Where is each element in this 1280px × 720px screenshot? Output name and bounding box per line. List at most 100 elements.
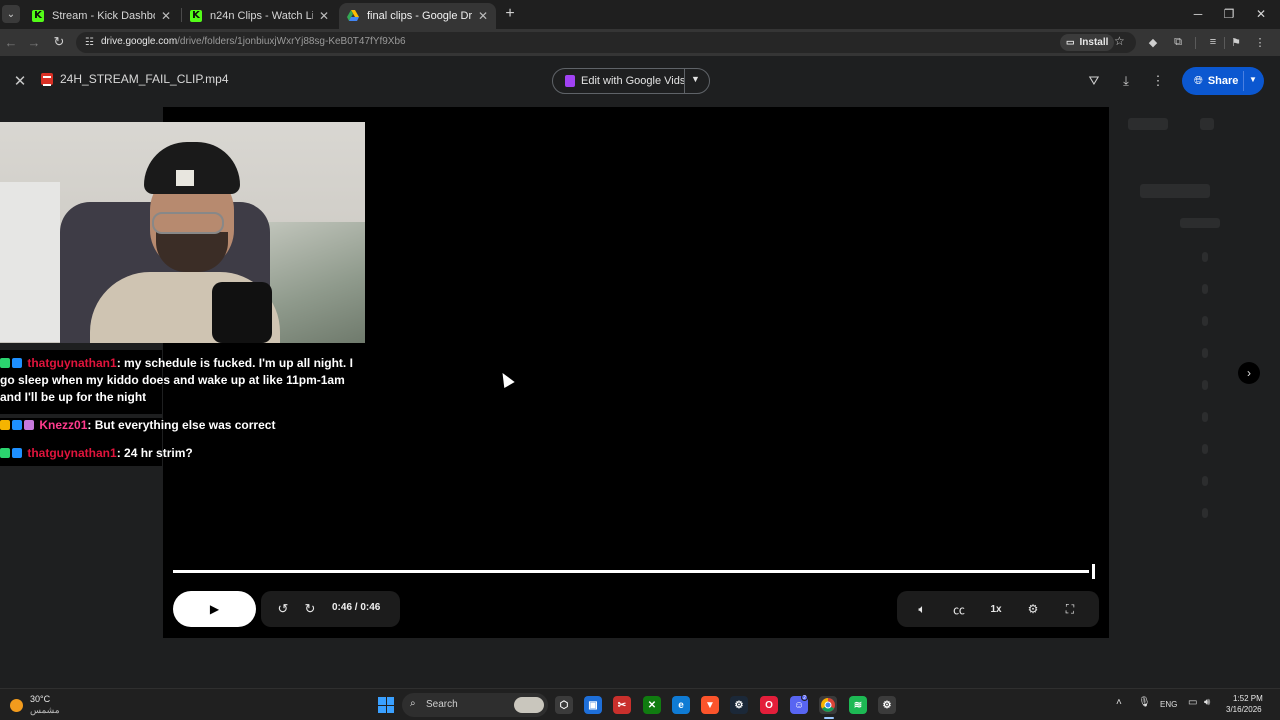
globe-icon: 🌐︎ [1194, 74, 1203, 87]
active-app-indicator [824, 717, 834, 719]
playback-controls: ↺ ↻ 0:46 / 0:46 [261, 591, 400, 627]
edge-icon[interactable]: e [672, 696, 690, 714]
tab-kick-dashboard[interactable]: K Stream - Kick Dashboard ✕ [24, 3, 179, 29]
restore-icon[interactable]: ❐ [1219, 4, 1239, 24]
more-options-icon[interactable]: ⋮ [1148, 71, 1168, 91]
bookmark-star-icon[interactable]: ☆ [1114, 34, 1125, 48]
sun-icon[interactable] [10, 699, 23, 712]
edit-with-google-vids-button[interactable]: Edit with Google Vids ▼ [552, 68, 710, 94]
speaker-icon[interactable]: 🔊︎ [1204, 697, 1210, 708]
chat-message: thatguynathan1: 24 hr strim? [0, 445, 365, 462]
playback-speed-button[interactable]: 1x [987, 600, 1005, 618]
install-app-button[interactable]: ▭ Install [1060, 34, 1115, 51]
address-bar[interactable]: ☷ drive.google.com/drive/folders/1jonbiu… [76, 32, 1136, 53]
steam-icon[interactable]: ⚙ [730, 696, 748, 714]
search-icon: ⌕ [410, 698, 416, 709]
button-divider [684, 69, 685, 93]
weather-description[interactable]: مشمس [30, 705, 60, 716]
button-divider [1243, 71, 1244, 91]
forward-10-icon[interactable]: ↻ [301, 600, 319, 618]
volume-icon[interactable]: 🔈︎ [913, 600, 931, 618]
webcam-person-glasses [152, 212, 224, 234]
chevron-right-icon: › [1247, 366, 1251, 380]
search-highlight-image [514, 697, 544, 713]
settings-gear-icon[interactable]: ⚙ [1024, 600, 1042, 618]
fullscreen-icon[interactable]: ⛶ [1061, 600, 1079, 618]
chevron-down-icon[interactable]: ▼ [1249, 75, 1257, 84]
reload-icon[interactable]: ↻ [50, 33, 68, 51]
toolbar-divider [1224, 37, 1225, 49]
taskbar-clock[interactable]: 1:52 PM [1233, 694, 1263, 703]
extension-diamond-icon[interactable]: ◆ [1145, 34, 1161, 50]
ghost-row-menu [1202, 252, 1208, 262]
kick-icon: K [190, 10, 202, 22]
captions-icon[interactable]: ㏄ [950, 600, 968, 618]
next-file-button[interactable]: › [1238, 362, 1260, 384]
new-tab-icon[interactable]: + [500, 4, 520, 24]
taskbar-search[interactable]: ⌕ Search [402, 693, 548, 717]
network-icon[interactable]: ▭ [1188, 697, 1197, 708]
brave-icon[interactable]: ▼ [701, 696, 719, 714]
close-tab-icon[interactable]: ✕ [478, 9, 488, 23]
tab-search-icon[interactable]: ⌄ [2, 5, 20, 23]
extensions-puzzle-icon[interactable]: ⧉ [1170, 34, 1186, 50]
snipping-tool-icon[interactable]: ✂ [613, 696, 631, 714]
close-tab-icon[interactable]: ✕ [319, 9, 329, 23]
gift-badge-icon [24, 420, 34, 430]
show-hidden-icons-icon[interactable]: ˄ [1116, 697, 1122, 708]
close-window-icon[interactable]: ✕ [1251, 4, 1271, 24]
browser-tab-strip: ⌄ K Stream - Kick Dashboard ✕ K n24n Cli… [0, 0, 1280, 29]
play-icon: ▶ [209, 602, 220, 616]
minimize-icon[interactable]: ─ [1188, 4, 1208, 24]
reading-list-icon[interactable]: ≡ [1205, 34, 1221, 50]
rewind-10-icon[interactable]: ↺ [274, 600, 292, 618]
share-button[interactable]: 🌐︎ Share ▼ [1182, 67, 1264, 95]
chat-username: Knezz01 [39, 418, 88, 432]
close-viewer-icon[interactable]: ✕ [10, 71, 30, 91]
progress-scrubber[interactable] [1092, 564, 1095, 579]
webcam-frame [0, 122, 365, 343]
tab-title: Stream - Kick Dashboard [52, 10, 155, 22]
player-settings-controls: 🔈︎ ㏄ 1x ⚙ ⛶ [897, 591, 1099, 627]
weather-temperature[interactable]: 30°C [30, 694, 50, 704]
tab-final-clips[interactable]: final clips - Google Drive ✕ [339, 3, 496, 29]
discord-notification-badge: 2 [801, 694, 808, 701]
xbox-icon[interactable]: ✕ [643, 696, 661, 714]
chrome-icon[interactable] [819, 696, 837, 714]
language-indicator[interactable]: ENG [1160, 700, 1177, 709]
profile-icon[interactable]: ⚑ [1228, 34, 1244, 50]
og-badge-icon [0, 448, 10, 458]
play-button[interactable]: ▶ [173, 591, 256, 627]
forward-icon[interactable]: → [25, 33, 43, 51]
file-viewer-header: ✕ 24H_STREAM_FAIL_CLIP.mp4 Edit with Goo… [0, 56, 1280, 106]
close-tab-icon[interactable]: ✕ [161, 9, 171, 23]
task-view-icon[interactable]: ⬡ [555, 696, 573, 714]
microphone-icon[interactable]: 🎙︎ [1138, 697, 1151, 708]
kick-icon: K [32, 10, 44, 22]
windows-taskbar: 30°C مشمس ⌕ Search ⬡ ▣ ✂ ✕ e ▼ ⚙ O ☺ 2 ≋… [0, 688, 1280, 720]
app-settings-icon[interactable]: ⚙ [878, 696, 896, 714]
spotify-icon[interactable]: ≋ [849, 696, 867, 714]
ghost-filter-chip [1140, 184, 1210, 198]
browser-menu-icon[interactable]: ⋮ [1252, 34, 1268, 50]
install-label: Install [1079, 37, 1109, 48]
back-icon[interactable]: ← [2, 33, 20, 51]
ghost-row-menu [1202, 508, 1208, 518]
progress-bar[interactable] [173, 570, 1089, 573]
windows-start-icon[interactable] [378, 697, 394, 713]
chat-text: : But everything else was correct [87, 418, 276, 432]
download-icon[interactable]: ⤓ [1116, 71, 1136, 91]
video-file-icon [41, 73, 53, 86]
taskbar-date[interactable]: 3/16/2026 [1226, 705, 1262, 714]
chevron-down-icon[interactable]: ▼ [691, 74, 700, 84]
site-info-icon[interactable]: ☷ [82, 35, 97, 50]
ghost-row-menu [1202, 380, 1208, 390]
webcam-microphone [212, 282, 272, 343]
edit-vids-label: Edit with Google Vids [581, 75, 686, 87]
ghost-view-toggle [1128, 118, 1168, 130]
tab-n24n-clips[interactable]: K n24n Clips - Watch Live on Kick ✕ [182, 3, 337, 29]
add-to-drive-icon[interactable]: ⛛ [1084, 71, 1104, 91]
ghost-row-menu [1202, 476, 1208, 486]
microsoft-store-icon[interactable]: ▣ [584, 696, 602, 714]
opera-gx-icon[interactable]: O [760, 696, 778, 714]
